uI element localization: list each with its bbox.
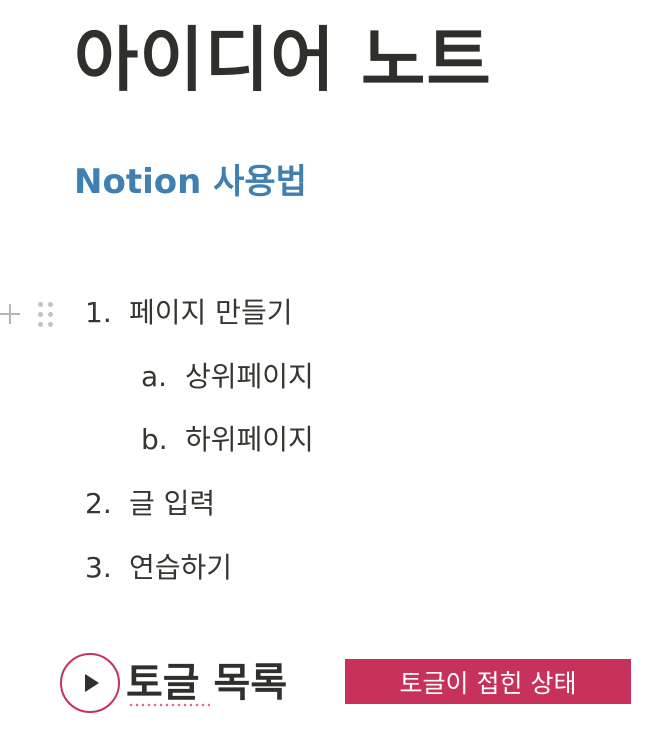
list-item-label: 상위페이지 <box>185 360 314 393</box>
toggle-title[interactable]: 토글 목록 <box>126 659 287 707</box>
list-item[interactable]: 1. 페이지 만들기 <box>85 296 292 330</box>
spellcheck-underline <box>128 703 210 707</box>
list-item[interactable]: a. 상위페이지 <box>141 360 314 394</box>
toggle-block: 토글 목록 <box>60 649 287 717</box>
toggle-button[interactable] <box>60 653 120 713</box>
list-item-label: 글 입력 <box>129 487 216 520</box>
plus-icon[interactable] <box>0 303 22 325</box>
list-item-label: 연습하기 <box>129 551 233 584</box>
list-marker: 3. <box>85 551 112 584</box>
list-marker: b. <box>141 423 168 456</box>
list-marker: 1. <box>85 296 112 329</box>
drag-handle-icon[interactable] <box>38 301 53 327</box>
section-heading[interactable]: Notion 사용법 <box>74 160 307 204</box>
triangle-right-icon <box>85 674 99 692</box>
list-marker: 2. <box>85 487 112 520</box>
list-item[interactable]: 3. 연습하기 <box>85 551 232 585</box>
list-item-label: 하위페이지 <box>185 423 314 456</box>
list-item-label: 페이지 만들기 <box>129 296 293 329</box>
block-handles <box>0 298 53 330</box>
page-title[interactable]: 아이디어 노트 <box>74 18 492 102</box>
list-item[interactable]: b. 하위페이지 <box>141 423 314 457</box>
list-item[interactable]: 2. 글 입력 <box>85 487 215 521</box>
status-badge: 토글이 접힌 상태 <box>345 659 631 704</box>
list-marker: a. <box>141 360 168 393</box>
toggle-title-text: 토글 목록 <box>126 660 288 706</box>
